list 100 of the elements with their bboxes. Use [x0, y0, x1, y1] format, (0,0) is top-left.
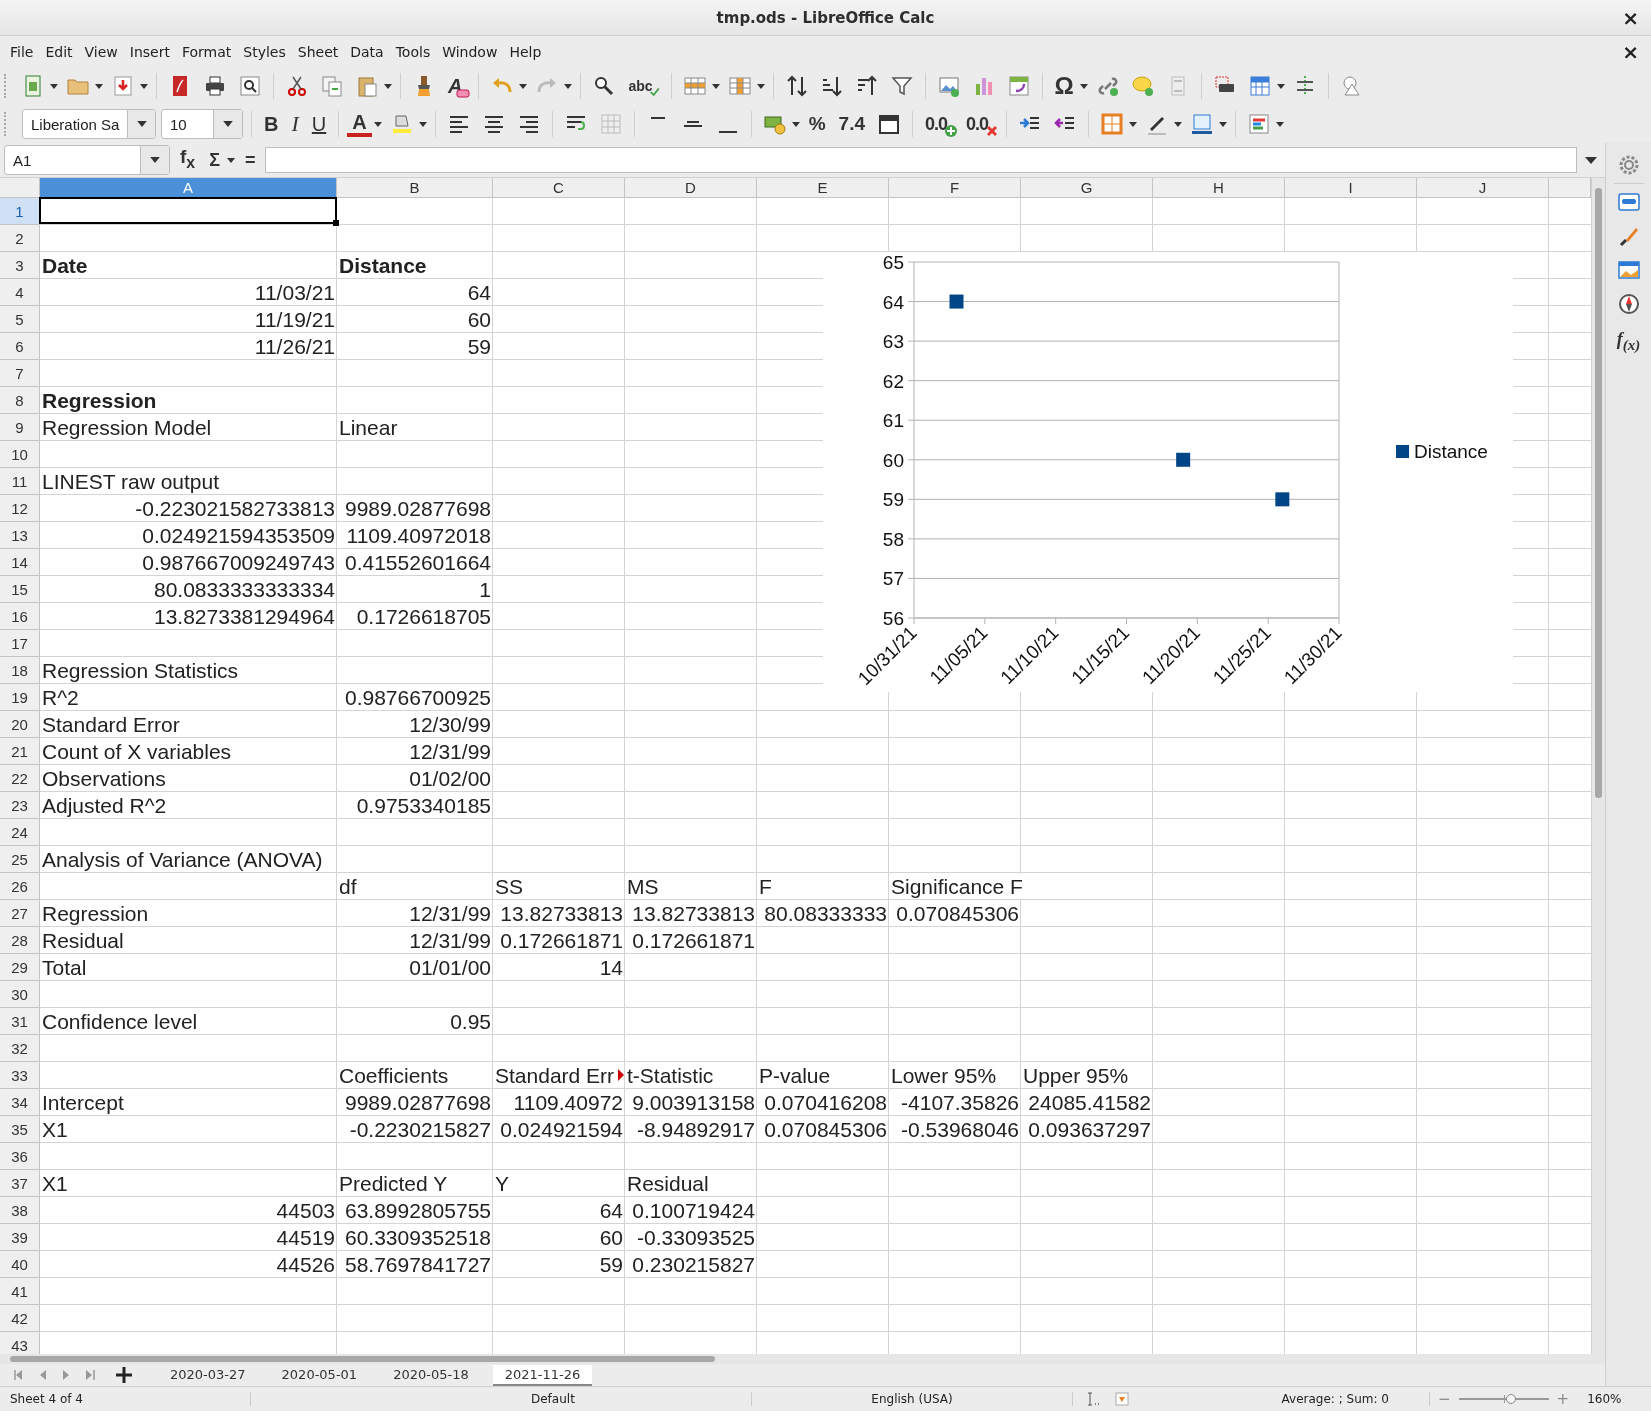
column-header[interactable]: H: [1153, 178, 1285, 198]
scrollbar-thumb[interactable]: [10, 1356, 715, 1362]
sheet-cell[interactable]: Regression: [40, 900, 337, 926]
caret-icon[interactable]: [140, 83, 148, 89]
sheet-cell[interactable]: 59: [493, 1251, 625, 1277]
row-header[interactable]: 43: [0, 1332, 40, 1354]
clipboard-icon[interactable]: [355, 74, 379, 98]
spelling-button[interactable]: abc: [624, 73, 663, 99]
image-icon[interactable]: [936, 74, 961, 98]
row-header[interactable]: 34: [0, 1089, 40, 1116]
menu-item[interactable]: Window: [436, 40, 504, 63]
slider-thumb[interactable]: [1505, 1394, 1516, 1404]
row-header[interactable]: 14: [0, 549, 40, 576]
number-format-button[interactable]: 7.4: [834, 111, 869, 137]
menu-item[interactable]: File: [4, 40, 40, 63]
expand-icon[interactable]: [1585, 156, 1597, 164]
row-header[interactable]: 25: [0, 846, 40, 873]
caret-icon[interactable]: [1219, 121, 1228, 127]
row-header[interactable]: 5: [0, 306, 40, 333]
italic-button[interactable]: I: [287, 111, 303, 137]
row-header[interactable]: 3: [0, 252, 40, 279]
row-header[interactable]: 41: [0, 1278, 40, 1305]
row-header[interactable]: 20: [0, 711, 40, 738]
row-header[interactable]: 8: [0, 387, 40, 414]
row-header[interactable]: 9: [0, 414, 40, 441]
row-header[interactable]: 22: [0, 765, 40, 792]
caret-icon[interactable]: [418, 121, 427, 127]
row-header[interactable]: 30: [0, 981, 40, 1008]
sheet-cell[interactable]: 44519: [40, 1224, 337, 1250]
close-button[interactable]: ×: [1622, 6, 1639, 30]
pivot-table-icon[interactable]: [1006, 74, 1031, 98]
sheet-cell[interactable]: 11/03/21: [40, 279, 337, 305]
function-wizard-button[interactable]: f$_{x}$: [176, 144, 200, 176]
sheet-cell[interactable]: MS: [625, 873, 757, 899]
caret-icon[interactable]: [1276, 121, 1285, 127]
sheet-cell[interactable]: Residual: [40, 927, 337, 953]
sheet-cell[interactable]: X1: [40, 1116, 337, 1142]
sheet-cell[interactable]: 0.95: [337, 1008, 493, 1034]
filter-icon[interactable]: [889, 74, 914, 98]
percent-button[interactable]: %: [804, 111, 830, 137]
sheet-cell[interactable]: R^2: [40, 684, 337, 710]
vertical-scrollbar[interactable]: [1591, 178, 1605, 1354]
row-header[interactable]: 26: [0, 873, 40, 900]
horizontal-scrollbar[interactable]: [0, 1354, 1605, 1364]
sum-button[interactable]: Σ: [205, 147, 224, 173]
name-box[interactable]: A1: [4, 145, 170, 175]
row-header[interactable]: 7: [0, 360, 40, 387]
sheet-cell[interactable]: 64: [493, 1197, 625, 1223]
caret-icon[interactable]: [1276, 83, 1285, 89]
caret-icon[interactable]: [226, 157, 235, 163]
row-header[interactable]: 35: [0, 1116, 40, 1143]
row-header[interactable]: 28: [0, 927, 40, 954]
special-character-button[interactable]: Ω: [1050, 73, 1078, 99]
dropdown-icon[interactable]: [150, 157, 160, 163]
merge-cells-icon[interactable]: [598, 112, 623, 136]
link-icon[interactable]: [1095, 74, 1120, 98]
sheet-cell[interactable]: 14: [493, 954, 625, 980]
sheet-cell[interactable]: 60: [337, 306, 493, 332]
row-header[interactable]: 33: [0, 1062, 40, 1089]
sheet-cell[interactable]: 11/26/21: [40, 333, 337, 359]
column-header[interactable]: J: [1417, 178, 1549, 198]
menu-item[interactable]: View: [78, 40, 124, 63]
menu-item[interactable]: Edit: [39, 40, 79, 63]
row-header[interactable]: 1: [0, 198, 40, 225]
column-header[interactable]: C: [493, 178, 625, 198]
row-header[interactable]: 27: [0, 900, 40, 927]
sheet-cell[interactable]: 64: [337, 279, 493, 305]
scrollbar-thumb[interactable]: [1595, 188, 1602, 798]
sheet-cell[interactable]: df: [337, 873, 493, 899]
column-header[interactable]: I: [1285, 178, 1417, 198]
column-header[interactable]: B: [337, 178, 493, 198]
caret-icon[interactable]: [711, 83, 720, 89]
calendar-icon[interactable]: [877, 112, 901, 136]
row-header[interactable]: 37: [0, 1170, 40, 1197]
font-name-field[interactable]: Liberation Sa: [22, 109, 156, 139]
sheet-cell[interactable]: Date: [40, 252, 337, 278]
caret-icon[interactable]: [791, 121, 800, 127]
functions-button[interactable]: f$_{(x)}$: [1612, 326, 1645, 358]
sheet-cell[interactable]: Observations: [40, 765, 337, 791]
scissors-icon[interactable]: [285, 74, 309, 98]
row-header[interactable]: 11: [0, 468, 40, 495]
sheet-cell[interactable]: 59: [337, 333, 493, 359]
menu-item[interactable]: Format: [175, 40, 238, 63]
row-header[interactable]: 29: [0, 954, 40, 981]
caret-icon[interactable]: [519, 83, 528, 89]
menu-item[interactable]: Data: [344, 40, 390, 63]
menu-item[interactable]: Sheet: [291, 40, 345, 63]
row-header[interactable]: 21: [0, 738, 40, 765]
row-header[interactable]: 19: [0, 684, 40, 711]
sheet-cell[interactable]: Intercept: [40, 1089, 337, 1115]
row-header[interactable]: 24: [0, 819, 40, 846]
copy-icon[interactable]: [320, 74, 344, 98]
sheet-cell[interactable]: Y: [493, 1170, 625, 1196]
column-header[interactable]: E: [757, 178, 889, 198]
compass-icon[interactable]: [1616, 292, 1641, 316]
menu-item[interactable]: Tools: [389, 40, 437, 63]
dropdown-icon[interactable]: [223, 121, 233, 127]
row-header[interactable]: 39: [0, 1224, 40, 1251]
sheet-cell[interactable]: Standard Error: [40, 711, 337, 737]
sheet-tab[interactable]: 2021-11-26: [492, 1364, 593, 1386]
